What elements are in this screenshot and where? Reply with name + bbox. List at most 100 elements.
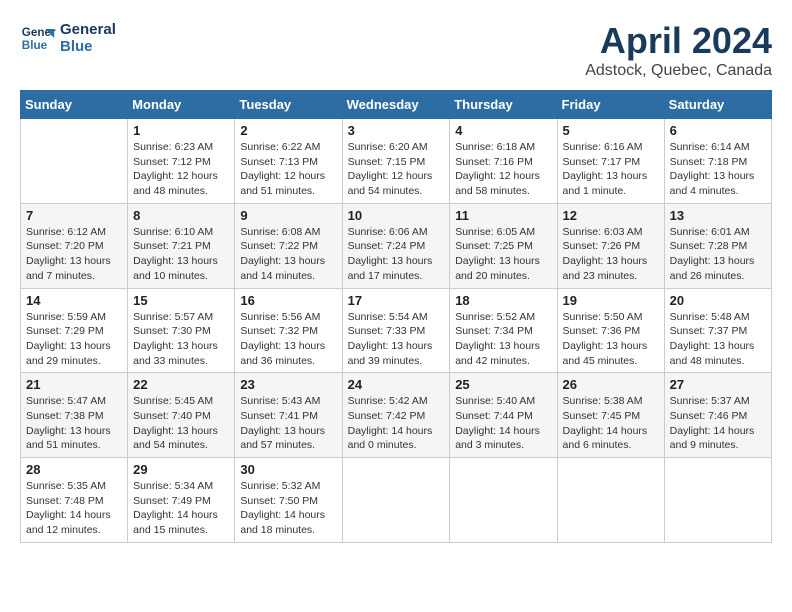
calendar-cell xyxy=(557,458,664,543)
day-number: 24 xyxy=(348,377,445,392)
day-info: Sunrise: 5:42 AM Sunset: 7:42 PM Dayligh… xyxy=(348,394,445,453)
day-number: 19 xyxy=(563,293,659,308)
weekday-header-cell: Monday xyxy=(128,91,235,119)
calendar-cell: 8Sunrise: 6:10 AM Sunset: 7:21 PM Daylig… xyxy=(128,203,235,288)
calendar-cell: 29 Sunrise: 5:34 AM Sunset: 7:49 PM Dayli… xyxy=(128,458,235,543)
day-info: Sunrise: 6:22 AM Sunset: 7:13 PM Dayligh… xyxy=(240,140,336,199)
calendar-cell xyxy=(664,458,771,543)
day-number: 7 xyxy=(26,208,122,223)
day-number: 20 xyxy=(670,293,766,308)
calendar-cell: 12Sunrise: 6:03 AM Sunset: 7:26 PM Dayli… xyxy=(557,203,664,288)
calendar-cell: 13 Sunrise: 6:01 AM Sunset: 7:28 PM Dayli… xyxy=(664,203,771,288)
day-info: Sunrise: 6:06 AM Sunset: 7:24 PM Dayligh… xyxy=(348,225,445,284)
day-info: Sunrise: 5:47 AM Sunset: 7:38 PM Dayligh… xyxy=(26,394,122,453)
day-info: Sunrise: 6:20 AM Sunset: 7:15 PM Dayligh… xyxy=(348,140,445,199)
day-number: 16 xyxy=(240,293,336,308)
logo-blue: Blue xyxy=(60,38,116,55)
day-number: 30 xyxy=(240,462,336,477)
day-number: 12 xyxy=(563,208,659,223)
calendar-cell xyxy=(21,119,128,204)
calendar-cell xyxy=(450,458,557,543)
calendar-cell: 26Sunrise: 5:38 AM Sunset: 7:45 PM Dayli… xyxy=(557,373,664,458)
weekday-header-cell: Thursday xyxy=(450,91,557,119)
day-info: Sunrise: 5:43 AM Sunset: 7:41 PM Dayligh… xyxy=(240,394,336,453)
day-number: 26 xyxy=(563,377,659,392)
calendar-week-row: 14 Sunrise: 5:59 AM Sunset: 7:29 PM Dayli… xyxy=(21,288,772,373)
calendar-cell: 23 Sunrise: 5:43 AM Sunset: 7:41 PM Dayli… xyxy=(235,373,342,458)
weekday-header-cell: Wednesday xyxy=(342,91,450,119)
day-number: 11 xyxy=(455,208,551,223)
day-info: Sunrise: 5:48 AM Sunset: 7:37 PM Dayligh… xyxy=(670,310,766,369)
weekday-header-cell: Sunday xyxy=(21,91,128,119)
calendar-cell: 4 Sunrise: 6:18 AM Sunset: 7:16 PM Daylig… xyxy=(450,119,557,204)
calendar-cell: 27 Sunrise: 5:37 AM Sunset: 7:46 PM Dayli… xyxy=(664,373,771,458)
calendar-cell: 6 Sunrise: 6:14 AM Sunset: 7:18 PM Daylig… xyxy=(664,119,771,204)
day-info: Sunrise: 5:56 AM Sunset: 7:32 PM Dayligh… xyxy=(240,310,336,369)
day-info: Sunrise: 5:54 AM Sunset: 7:33 PM Dayligh… xyxy=(348,310,445,369)
calendar-cell: 2 Sunrise: 6:22 AM Sunset: 7:13 PM Daylig… xyxy=(235,119,342,204)
logo-general: General xyxy=(60,21,116,38)
day-info: Sunrise: 5:50 AM Sunset: 7:36 PM Dayligh… xyxy=(563,310,659,369)
calendar-cell: 15Sunrise: 5:57 AM Sunset: 7:30 PM Dayli… xyxy=(128,288,235,373)
day-number: 1 xyxy=(133,123,229,138)
day-info: Sunrise: 5:59 AM Sunset: 7:29 PM Dayligh… xyxy=(26,310,122,369)
day-number: 23 xyxy=(240,377,336,392)
calendar-week-row: 7Sunrise: 6:12 AM Sunset: 7:20 PM Daylig… xyxy=(21,203,772,288)
day-info: Sunrise: 6:01 AM Sunset: 7:28 PM Dayligh… xyxy=(670,225,766,284)
day-info: Sunrise: 6:10 AM Sunset: 7:21 PM Dayligh… xyxy=(133,225,229,284)
day-number: 10 xyxy=(348,208,445,223)
weekday-header-cell: Tuesday xyxy=(235,91,342,119)
calendar-cell: 16 Sunrise: 5:56 AM Sunset: 7:32 PM Dayli… xyxy=(235,288,342,373)
calendar-body: 1 Sunrise: 6:23 AM Sunset: 7:12 PM Daylig… xyxy=(21,119,772,543)
calendar-cell: 17 Sunrise: 5:54 AM Sunset: 7:33 PM Dayli… xyxy=(342,288,450,373)
calendar-cell: 11 Sunrise: 6:05 AM Sunset: 7:25 PM Dayli… xyxy=(450,203,557,288)
day-number: 14 xyxy=(26,293,122,308)
day-info: Sunrise: 5:37 AM Sunset: 7:46 PM Dayligh… xyxy=(670,394,766,453)
day-info: Sunrise: 5:40 AM Sunset: 7:44 PM Dayligh… xyxy=(455,394,551,453)
calendar-week-row: 21Sunrise: 5:47 AM Sunset: 7:38 PM Dayli… xyxy=(21,373,772,458)
day-number: 4 xyxy=(455,123,551,138)
calendar-cell: 7Sunrise: 6:12 AM Sunset: 7:20 PM Daylig… xyxy=(21,203,128,288)
calendar-cell: 1 Sunrise: 6:23 AM Sunset: 7:12 PM Daylig… xyxy=(128,119,235,204)
logo-icon: General Blue xyxy=(20,20,56,56)
title-area: April 2024 Adstock, Quebec, Canada xyxy=(585,20,772,80)
day-number: 13 xyxy=(670,208,766,223)
day-info: Sunrise: 5:32 AM Sunset: 7:50 PM Dayligh… xyxy=(240,479,336,538)
calendar-cell: 20 Sunrise: 5:48 AM Sunset: 7:37 PM Dayli… xyxy=(664,288,771,373)
calendar-week-row: 28Sunrise: 5:35 AM Sunset: 7:48 PM Dayli… xyxy=(21,458,772,543)
day-number: 9 xyxy=(240,208,336,223)
calendar-cell: 5 Sunrise: 6:16 AM Sunset: 7:17 PM Daylig… xyxy=(557,119,664,204)
day-info: Sunrise: 6:18 AM Sunset: 7:16 PM Dayligh… xyxy=(455,140,551,199)
day-info: Sunrise: 6:05 AM Sunset: 7:25 PM Dayligh… xyxy=(455,225,551,284)
day-number: 17 xyxy=(348,293,445,308)
calendar-cell: 19 Sunrise: 5:50 AM Sunset: 7:36 PM Dayli… xyxy=(557,288,664,373)
day-number: 28 xyxy=(26,462,122,477)
day-info: Sunrise: 6:08 AM Sunset: 7:22 PM Dayligh… xyxy=(240,225,336,284)
calendar-table: SundayMondayTuesdayWednesdayThursdayFrid… xyxy=(20,90,772,543)
weekday-header-cell: Friday xyxy=(557,91,664,119)
calendar-cell: 22Sunrise: 5:45 AM Sunset: 7:40 PM Dayli… xyxy=(128,373,235,458)
calendar-cell: 30 Sunrise: 5:32 AM Sunset: 7:50 PM Dayli… xyxy=(235,458,342,543)
day-number: 6 xyxy=(670,123,766,138)
day-info: Sunrise: 5:34 AM Sunset: 7:49 PM Dayligh… xyxy=(133,479,229,538)
day-number: 5 xyxy=(563,123,659,138)
day-info: Sunrise: 6:14 AM Sunset: 7:18 PM Dayligh… xyxy=(670,140,766,199)
logo: General Blue General Blue xyxy=(20,20,116,56)
weekday-header-row: SundayMondayTuesdayWednesdayThursdayFrid… xyxy=(21,91,772,119)
calendar-cell: 28Sunrise: 5:35 AM Sunset: 7:48 PM Dayli… xyxy=(21,458,128,543)
day-number: 2 xyxy=(240,123,336,138)
day-info: Sunrise: 5:57 AM Sunset: 7:30 PM Dayligh… xyxy=(133,310,229,369)
day-number: 27 xyxy=(670,377,766,392)
day-info: Sunrise: 6:16 AM Sunset: 7:17 PM Dayligh… xyxy=(563,140,659,199)
day-info: Sunrise: 6:23 AM Sunset: 7:12 PM Dayligh… xyxy=(133,140,229,199)
calendar-cell: 9 Sunrise: 6:08 AM Sunset: 7:22 PM Daylig… xyxy=(235,203,342,288)
calendar-cell: 18 Sunrise: 5:52 AM Sunset: 7:34 PM Dayli… xyxy=(450,288,557,373)
day-number: 22 xyxy=(133,377,229,392)
page-header: General Blue General Blue April 2024 Ads… xyxy=(20,20,772,80)
calendar-cell: 10 Sunrise: 6:06 AM Sunset: 7:24 PM Dayli… xyxy=(342,203,450,288)
day-number: 29 xyxy=(133,462,229,477)
day-number: 18 xyxy=(455,293,551,308)
day-info: Sunrise: 5:52 AM Sunset: 7:34 PM Dayligh… xyxy=(455,310,551,369)
weekday-header-cell: Saturday xyxy=(664,91,771,119)
calendar-title: April 2024 xyxy=(585,20,772,62)
